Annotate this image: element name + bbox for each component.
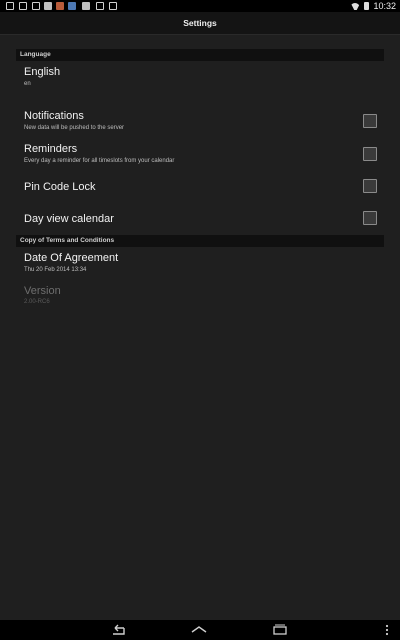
download-icon	[109, 2, 117, 10]
pref-summary: 2.00-RC6	[24, 299, 50, 305]
mail-icon	[6, 2, 14, 10]
app-icon	[82, 2, 90, 10]
page-title: Settings	[183, 18, 217, 28]
recents-icon[interactable]	[272, 624, 288, 636]
pref-title: Pin Code Lock	[24, 181, 96, 193]
date-of-agreement-preference[interactable]: Date Of Agreement Thu 20 Feb 2014 13:34	[16, 248, 384, 280]
navigation-bar	[0, 620, 400, 640]
language-preference[interactable]: English en	[16, 62, 384, 94]
status-bar: 10:32	[0, 0, 400, 12]
app-icon	[44, 2, 52, 10]
pref-title: Version	[24, 285, 61, 297]
pref-title: Date Of Agreement	[24, 252, 119, 264]
pref-summary: Every day a reminder for all timeslots f…	[24, 158, 175, 164]
pref-summary: en	[24, 81, 31, 87]
day-view-calendar-preference[interactable]: Day view calendar	[16, 204, 384, 234]
pref-title: Day view calendar	[24, 213, 114, 225]
day-view-calendar-checkbox[interactable]	[363, 211, 377, 225]
screen: 10:32 Settings Language English en Notif…	[0, 0, 400, 640]
app-icon	[56, 2, 64, 10]
check-icon	[96, 2, 104, 10]
pref-title: Notifications	[24, 110, 84, 122]
home-icon[interactable]	[190, 624, 208, 636]
pref-summary: New data will be pushed to the server	[24, 125, 125, 131]
pin-code-lock-preference[interactable]: Pin Code Lock	[16, 172, 384, 202]
section-header-language: Language	[16, 49, 384, 61]
status-time: 10:32	[373, 1, 396, 11]
notifications-preference[interactable]: Notifications New data will be pushed to…	[16, 106, 384, 138]
section-header-terms: Copy of Terms and Conditions	[16, 235, 384, 247]
version-preference: Version 2.00-RC6	[16, 280, 384, 312]
pref-title: English	[24, 66, 61, 78]
pref-title: Reminders	[24, 143, 78, 155]
notifications-checkbox[interactable]	[363, 114, 377, 128]
action-bar: Settings	[0, 12, 400, 35]
gmail-icon	[19, 2, 27, 10]
wifi-icon	[351, 3, 360, 10]
app-icon	[68, 2, 76, 10]
pin-code-lock-checkbox[interactable]	[363, 179, 377, 193]
reminders-preference[interactable]: Reminders Every day a reminder for all t…	[16, 139, 384, 171]
pref-summary: Thu 20 Feb 2014 13:34	[24, 267, 87, 273]
back-icon[interactable]	[110, 624, 126, 636]
overflow-menu-icon[interactable]	[385, 624, 389, 636]
notification-icon	[32, 2, 40, 10]
battery-icon	[364, 2, 370, 10]
reminders-checkbox[interactable]	[363, 147, 377, 161]
